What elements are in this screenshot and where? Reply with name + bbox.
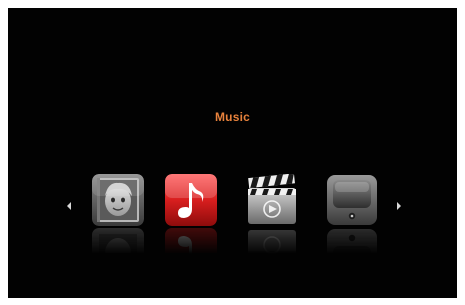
menu-item-photo[interactable]: [92, 174, 144, 254]
menu-item-tv[interactable]: [326, 174, 378, 254]
selected-menu-title: Music: [214, 110, 250, 124]
arrow-right-icon: [397, 202, 401, 210]
photo-icon: [92, 174, 144, 226]
tv-icon: [326, 174, 378, 226]
arrow-left-icon: [67, 202, 71, 210]
media-menu-screen: Music: [8, 8, 457, 298]
menu-item-movie[interactable]: [246, 174, 298, 254]
photo-icon-reflection: [92, 228, 144, 254]
previous-button[interactable]: [64, 200, 74, 212]
tv-icon-reflection: [326, 228, 378, 254]
next-button[interactable]: [394, 200, 404, 212]
music-note-icon: [165, 174, 217, 226]
clapperboard-icon-reflection: [246, 228, 298, 254]
menu-item-music[interactable]: [165, 174, 217, 254]
clapperboard-icon: [246, 174, 298, 226]
music-note-icon-reflection: [165, 228, 217, 254]
